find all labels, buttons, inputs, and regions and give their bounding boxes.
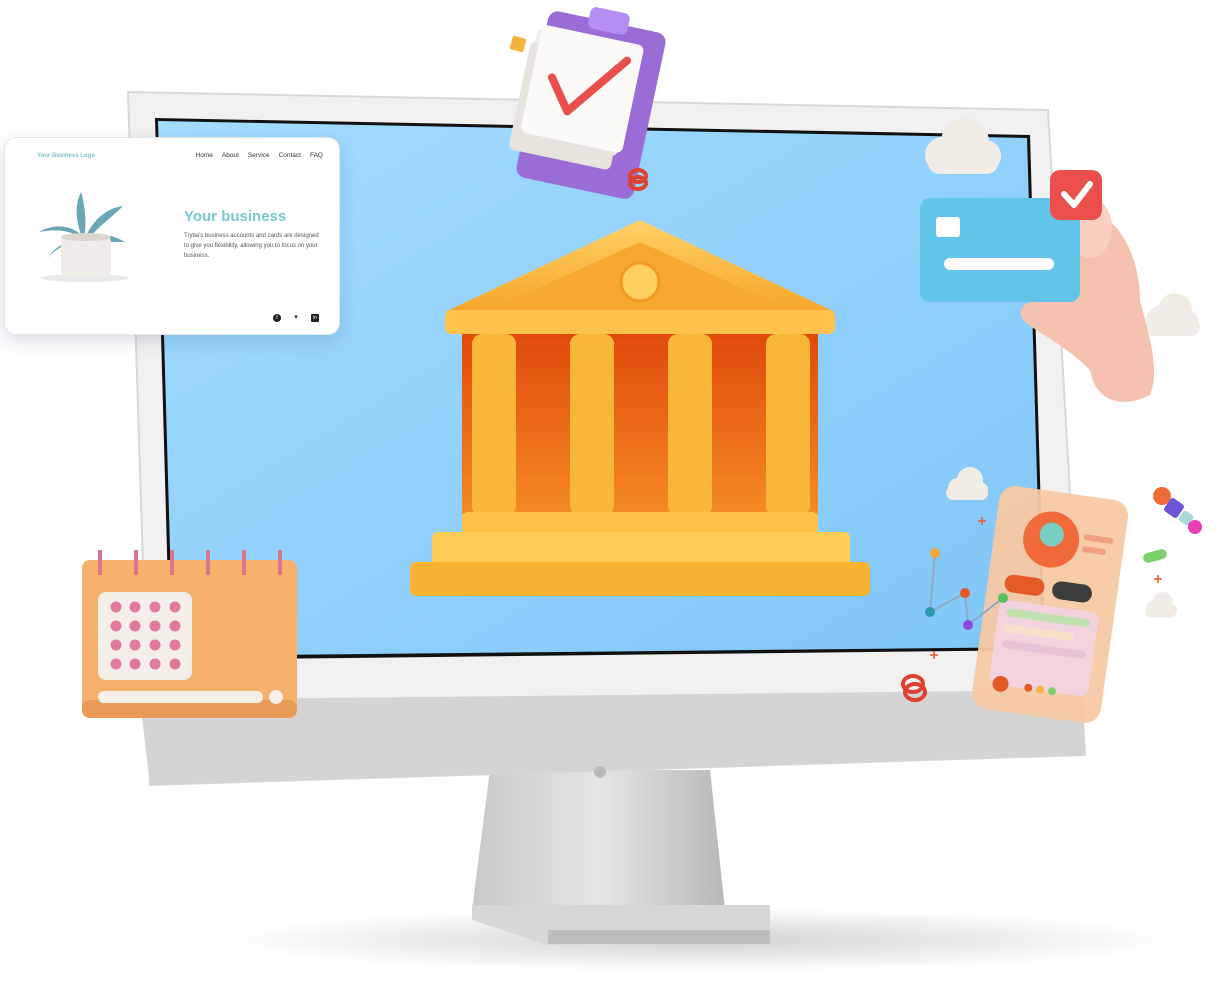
cloud-icon — [1145, 293, 1200, 336]
check-badge-icon — [1050, 170, 1102, 220]
facebook-icon[interactable]: f — [273, 314, 281, 322]
nav-contact[interactable]: Contact — [279, 152, 301, 159]
cloud-icon — [1146, 592, 1177, 618]
nav-home[interactable]: Home — [196, 152, 213, 159]
website-preview-card: Your Business Logo Home About Service Co… — [4, 137, 340, 335]
linkedin-icon[interactable]: in — [311, 314, 319, 322]
nav-faq[interactable]: FAQ — [310, 152, 323, 159]
nav-service[interactable]: Service — [248, 152, 270, 159]
site-heading: Your business — [184, 208, 287, 225]
site-nav: Home About Service Contact FAQ — [196, 152, 323, 159]
plant-pot-icon — [39, 192, 129, 282]
site-description: Tryba's business accounts and cards are … — [184, 233, 319, 259]
nav-about[interactable]: About — [222, 152, 239, 159]
shapes-decoration-icon — [1143, 487, 1202, 563]
site-logo-text: Your Business Logo — [37, 153, 95, 159]
cube-icon — [509, 35, 527, 53]
calendar-icon — [82, 550, 297, 718]
monitor-stand — [472, 770, 770, 945]
twitter-icon[interactable]: ▾ — [292, 314, 300, 322]
social-links: f ▾ in — [273, 314, 319, 322]
